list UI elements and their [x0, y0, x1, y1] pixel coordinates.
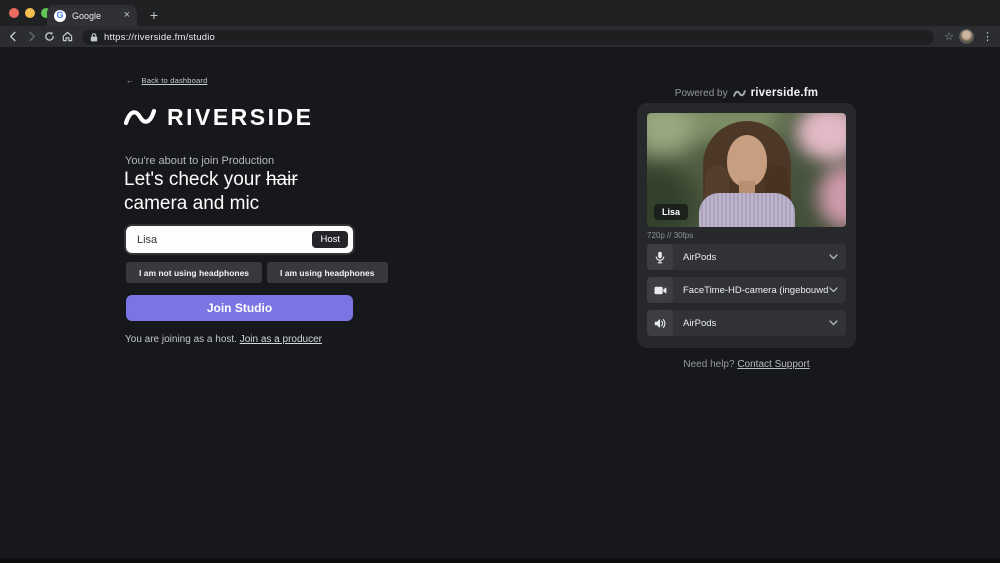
camera-device-label: FaceTime-HD-camera (ingebouwd) (...	[683, 285, 829, 296]
joining-role-note: You are joining as a host. Join as a pro…	[125, 334, 322, 345]
speaker-device-label: AirPods	[683, 318, 829, 329]
riverside-wave-icon	[123, 103, 157, 131]
address-bar[interactable]: https://riverside.fm/studio	[82, 30, 934, 45]
device-check-card: Lisa 720p // 30fps AirPods FaceTime-HD-c…	[637, 103, 856, 348]
powered-by: Powered by riverside.fm	[637, 87, 856, 99]
microphone-select[interactable]: AirPods	[647, 244, 846, 270]
profile-avatar[interactable]	[959, 29, 974, 44]
microphone-icon	[647, 244, 673, 270]
minimize-window-button[interactable]	[25, 8, 35, 18]
tab-close-icon[interactable]: ×	[124, 10, 130, 21]
close-window-button[interactable]	[9, 8, 19, 18]
chevron-down-icon	[829, 287, 838, 293]
using-headphones-button[interactable]: I am using headphones	[267, 262, 387, 283]
contact-support-link[interactable]: Contact Support	[737, 359, 809, 370]
browser-tab[interactable]: G Google ×	[47, 5, 137, 26]
riverside-join-page: G Google × + https://riverside.fm/studio…	[0, 0, 1000, 563]
camera-select[interactable]: FaceTime-HD-camera (ingebouwd) (...	[647, 277, 846, 303]
not-using-headphones-button[interactable]: I am not using headphones	[126, 262, 262, 283]
url-text: https://riverside.fm/studio	[104, 32, 215, 43]
page-title: Let's check your hair camera and mic	[124, 168, 362, 216]
microphone-device-label: AirPods	[683, 252, 829, 263]
help-note: Need help? Contact Support	[637, 359, 856, 370]
bookmark-star-icon[interactable]: ☆	[944, 30, 954, 43]
video-quality-label: 720p // 30fps	[647, 231, 693, 240]
participant-name-badge: Lisa	[654, 204, 688, 220]
logo-text: RIVERSIDE	[167, 104, 313, 131]
home-icon[interactable]	[58, 29, 76, 44]
join-studio-button[interactable]: Join Studio	[126, 295, 353, 321]
riverside-wave-small-icon	[733, 88, 746, 99]
back-to-dashboard-link[interactable]: ← Back to dashboard	[126, 76, 207, 85]
speaker-icon	[647, 310, 673, 336]
back-icon[interactable]	[4, 29, 22, 44]
bottom-edge	[0, 558, 1000, 563]
display-name-field-wrap: Host	[126, 226, 353, 253]
forward-icon[interactable]	[22, 29, 40, 44]
google-favicon-icon: G	[54, 10, 66, 22]
brand-text: riverside.fm	[751, 87, 819, 99]
browser-menu-icon[interactable]: ⋮	[979, 30, 996, 43]
browser-tab-strip: G Google × +	[0, 0, 1000, 26]
camera-icon	[647, 277, 673, 303]
toolbar-right: ☆ ⋮	[944, 26, 996, 47]
strikethrough-word: hair	[266, 169, 298, 190]
tab-title: Google	[72, 11, 118, 21]
reload-icon[interactable]	[40, 29, 58, 44]
camera-preview: Lisa	[647, 113, 846, 227]
host-role-badge: Host	[312, 231, 348, 248]
chevron-down-icon	[829, 320, 838, 326]
new-tab-button[interactable]: +	[145, 6, 163, 24]
speaker-select[interactable]: AirPods	[647, 310, 846, 336]
riverside-logo: RIVERSIDE	[123, 103, 313, 131]
headphone-options: I am not using headphones I am using hea…	[126, 262, 388, 283]
join-as-producer-link[interactable]: Join as a producer	[240, 334, 322, 345]
join-subtitle: You're about to join Production	[125, 155, 274, 167]
lock-icon	[90, 33, 98, 42]
chevron-down-icon	[829, 254, 838, 260]
back-arrow-icon: ←	[126, 76, 134, 85]
display-name-input[interactable]	[137, 234, 312, 246]
